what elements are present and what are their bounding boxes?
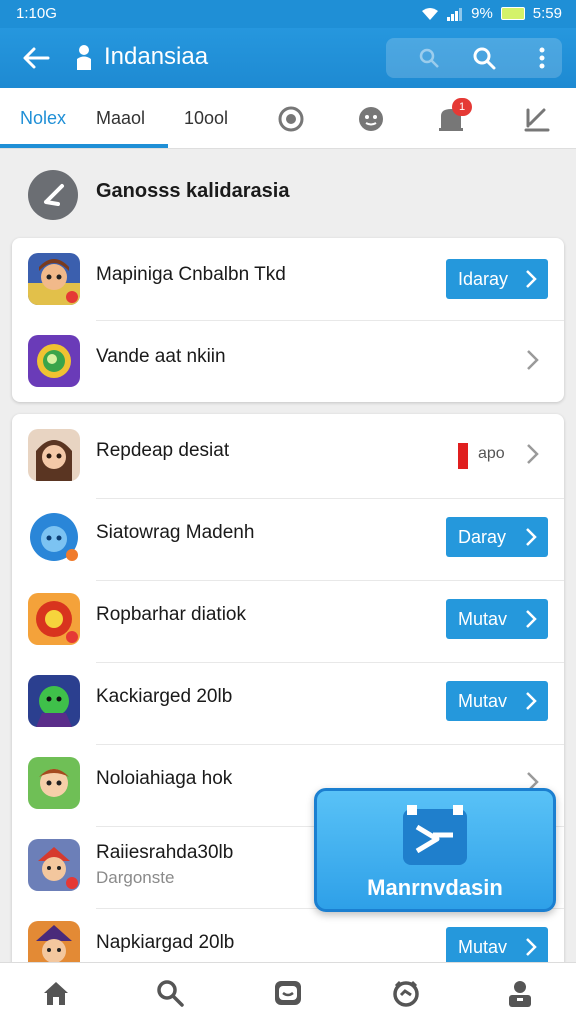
status-text: apo [478,445,505,462]
play-arrow-icon [403,805,467,865]
app-subtitle: Dargonste [96,868,175,887]
app-name: Siatowrag Madenh [96,522,255,543]
home-icon[interactable] [40,977,72,1009]
install-button-label: Mutav [458,937,508,957]
app-name: Noloiahiaga hok [96,768,233,789]
app-name: Vande aat nkiin [96,346,226,367]
tab-10ool[interactable]: 10ool [184,88,228,148]
game-green-hero-icon [28,675,80,727]
list-item[interactable]: Vande aat nkiin [12,320,564,402]
notification-badge: 1 [452,98,472,116]
list-item[interactable]: Ropbarhar diatiok Mutav [12,578,564,660]
status-time: 1:10G [16,5,57,22]
list-item[interactable]: Kackiarged 20lb Mutav [12,660,564,742]
wifi-icon [422,7,439,20]
chevron-right-icon [526,692,537,710]
search-hint-icon [419,48,439,68]
list-item[interactable]: Repdeap desiat apo [12,414,564,496]
chevron-right-icon [526,938,537,956]
status-clock: 5:59 [532,5,562,22]
app-bar: Indansiaa [0,28,576,88]
app-group-1: Mapiniga Cnbalbn Tkd Idaray Vande aat nk… [12,238,564,402]
chevron-right-icon[interactable] [520,348,544,372]
brush-icon [44,184,64,206]
install-button[interactable]: Daray [446,517,548,557]
install-button[interactable]: Mutav [446,927,548,967]
status-bar: 1:10G 9% 5:59 [0,0,576,28]
app-name: Raiiesrahda30lb [96,842,234,863]
status-indicator [458,443,468,469]
game-warrior-icon [28,253,80,305]
messages-icon[interactable] [272,977,304,1009]
game-blue-face-icon [28,511,80,563]
install-button-label: Daray [458,527,507,547]
install-button-label: Mutav [458,609,508,629]
signal-icon [447,7,463,21]
tab-bar: Nolex Maaol 10ool [0,88,576,149]
section-icon[interactable] [28,170,78,220]
game-boy-icon [28,757,80,809]
search-box[interactable] [386,38,562,78]
section-title: Ganosss kalidarasia [96,180,290,202]
tab-maaol[interactable]: Maaol [96,88,145,148]
install-button[interactable]: Mutav [446,681,548,721]
install-button[interactable]: Idaray [446,259,548,299]
floating-action-card[interactable]: Manrnvdasin [314,788,556,912]
back-arrow-icon[interactable] [20,42,52,74]
app-name: Napkiargad 20lb [96,932,235,953]
chevron-right-icon [526,528,537,546]
promo-label: Manrnvdasin [367,875,503,900]
game-red-orb-icon [28,593,80,645]
app-title: Indansiaa [104,43,209,70]
game-knight-icon [28,839,80,891]
app-name: Ropbarhar diatiok [96,604,246,625]
section-header: Ganosss kalidarasia [0,150,576,236]
tab-nolex[interactable]: Nolex [20,88,66,148]
battery-icon [500,7,525,20]
bottom-navigation [0,962,576,1025]
install-button[interactable]: Mutav [446,599,548,639]
face-icon[interactable] [356,104,386,134]
timer-icon[interactable] [390,977,422,1009]
install-button-label: Mutav [458,691,508,711]
app-name: Mapiniga Cnbalbn Tkd [96,264,286,285]
search-icon[interactable] [154,977,186,1009]
game-girl-icon [28,429,80,481]
battery-percent: 9% [471,5,493,22]
search-icon[interactable] [472,46,496,70]
chevron-right-icon [526,610,537,628]
list-item[interactable]: Mapiniga Cnbalbn Tkd Idaray [12,238,564,320]
list-item[interactable]: Siatowrag Madenh Daray [12,496,564,578]
edit-icon[interactable] [522,104,552,134]
more-vert-icon[interactable] [536,46,548,70]
active-tab-indicator [0,144,168,148]
game-ring-icon [28,335,80,387]
camera-icon[interactable] [276,104,306,134]
app-name: Kackiarged 20lb [96,686,233,707]
person-icon [77,45,91,70]
chevron-right-icon[interactable] [520,442,544,466]
install-button-label: Idaray [458,269,509,289]
chevron-right-icon [526,270,537,288]
app-name: Repdeap desiat [96,440,230,461]
profile-icon[interactable] [504,977,536,1009]
